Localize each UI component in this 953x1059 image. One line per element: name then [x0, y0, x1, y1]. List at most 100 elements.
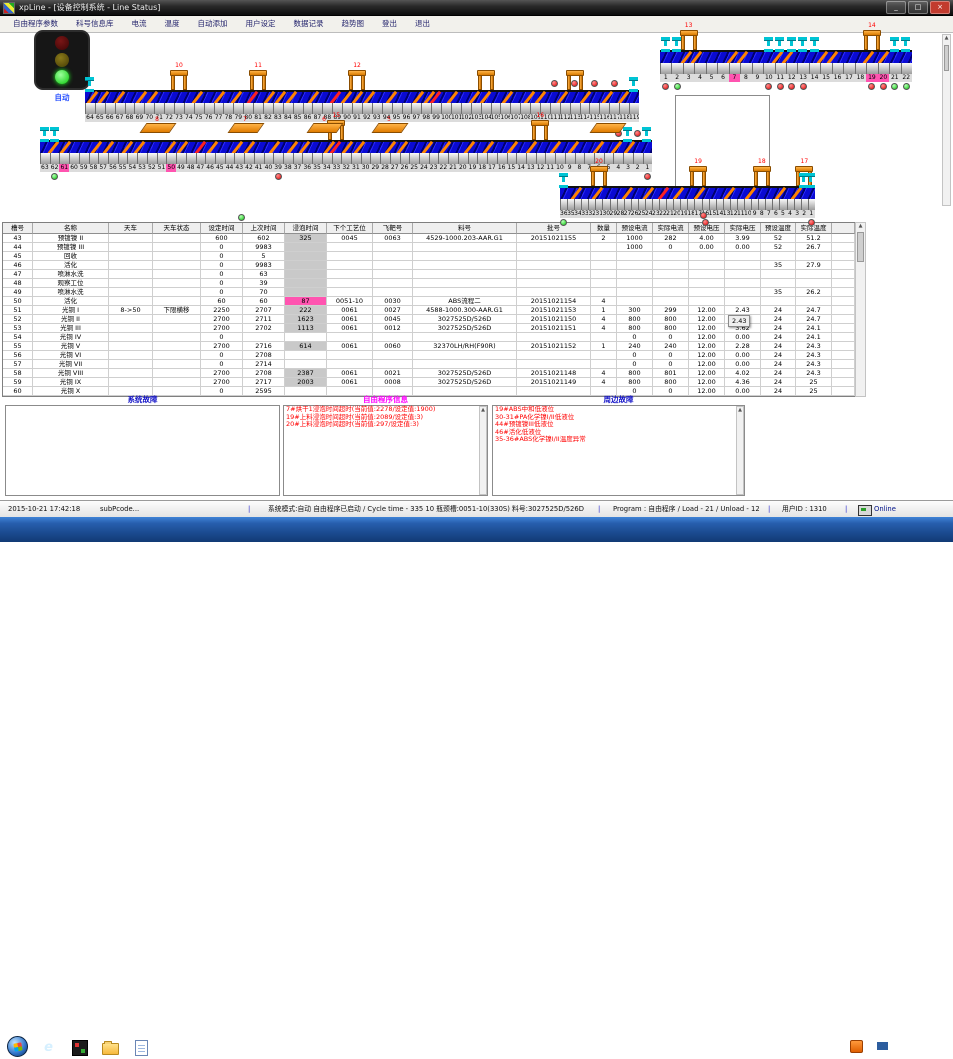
- slot-39[interactable]: [273, 153, 283, 164]
- slot-30[interactable]: [602, 199, 609, 210]
- slot-32[interactable]: [588, 199, 595, 210]
- slot-28[interactable]: [380, 153, 390, 164]
- slot-17[interactable]: [487, 153, 497, 164]
- table-row-47[interactable]: 47喷淋水洗063: [3, 270, 855, 279]
- slot-12[interactable]: [536, 153, 546, 164]
- slot-31[interactable]: [595, 199, 602, 210]
- table-row-45[interactable]: 45回收05: [3, 252, 855, 261]
- taskbar-explorer-button[interactable]: [96, 1036, 125, 1059]
- slot-15[interactable]: [820, 63, 831, 74]
- slot-47[interactable]: [196, 153, 206, 164]
- slot-25[interactable]: [638, 199, 645, 210]
- slot-21[interactable]: [889, 63, 900, 74]
- slot-31[interactable]: [351, 153, 361, 164]
- slot-22[interactable]: [659, 199, 666, 210]
- slot-18[interactable]: [855, 63, 866, 74]
- crane-11[interactable]: 11: [249, 64, 267, 90]
- slot-29[interactable]: [610, 199, 617, 210]
- tray-app-icon[interactable]: [850, 1040, 863, 1053]
- slot-8[interactable]: [740, 63, 751, 74]
- table-row-58[interactable]: 58光铜 VIII270027082387006100213027525D/52…: [3, 369, 855, 378]
- taskbar-xpline-button[interactable]: [65, 1036, 94, 1059]
- slot-20[interactable]: [878, 63, 889, 74]
- table-row-48[interactable]: 48观察工位039: [3, 279, 855, 288]
- slot-24[interactable]: [419, 153, 429, 164]
- slot-61[interactable]: [59, 153, 69, 164]
- slot-20[interactable]: [458, 153, 468, 164]
- slot-22[interactable]: [901, 63, 912, 74]
- slot-14[interactable]: [809, 63, 820, 74]
- slot-1[interactable]: [808, 199, 815, 210]
- slot-19[interactable]: [680, 199, 687, 210]
- slot-13[interactable]: [526, 153, 536, 164]
- slot-42[interactable]: [244, 153, 254, 164]
- slot-6[interactable]: [717, 63, 728, 74]
- slot-14[interactable]: [716, 199, 723, 210]
- slot-2[interactable]: [671, 63, 682, 74]
- table-row-43[interactable]: 43预镀镍 II600602325004500634529-1000.203-A…: [3, 234, 855, 243]
- slot-24[interactable]: [645, 199, 652, 210]
- slot-14[interactable]: [516, 153, 526, 164]
- table-row-51[interactable]: 51光铜 I8->50下限横移22502707222006100274588-1…: [3, 306, 855, 315]
- slot-23[interactable]: [652, 199, 659, 210]
- slot-35[interactable]: [312, 153, 322, 164]
- crane-16[interactable]: 16: [531, 114, 549, 140]
- slot-11[interactable]: [737, 199, 744, 210]
- table-row-56[interactable]: 56光铜 VI027080012.000.002424.3: [3, 351, 855, 360]
- table-row-59[interactable]: 59光铜 IX270027172003006100083027525D/526D…: [3, 378, 855, 387]
- slot-56[interactable]: [108, 153, 118, 164]
- slot-55[interactable]: [118, 153, 128, 164]
- slot-29[interactable]: [370, 153, 380, 164]
- slot-13[interactable]: [797, 63, 808, 74]
- slot-3[interactable]: [683, 63, 694, 74]
- slot-10[interactable]: [763, 63, 774, 74]
- table-row-44[interactable]: 44预镀镍 III09983100000.000.005226.7: [3, 243, 855, 252]
- slot-22[interactable]: [438, 153, 448, 164]
- show-hidden-icons[interactable]: ▲: [867, 1043, 872, 1050]
- slot-32[interactable]: [341, 153, 351, 164]
- slot-35[interactable]: [567, 199, 574, 210]
- slot-7[interactable]: [765, 199, 772, 210]
- slot-27[interactable]: [624, 199, 631, 210]
- crane-20[interactable]: 20: [590, 160, 608, 186]
- slot-26[interactable]: [631, 199, 638, 210]
- slot-1[interactable]: [660, 63, 671, 74]
- slot-17[interactable]: [843, 63, 854, 74]
- slot-63[interactable]: [40, 153, 50, 164]
- panel-scrollbar[interactable]: ▲: [736, 406, 744, 495]
- slot-51[interactable]: [157, 153, 167, 164]
- slot-4[interactable]: [787, 199, 794, 210]
- slot-12[interactable]: [730, 199, 737, 210]
- slot-38[interactable]: [283, 153, 293, 164]
- slot-34[interactable]: [322, 153, 332, 164]
- slot-15[interactable]: [507, 153, 517, 164]
- slot-21[interactable]: [666, 199, 673, 210]
- panel-box-1[interactable]: [5, 405, 280, 496]
- slot-37[interactable]: [293, 153, 303, 164]
- slot-6[interactable]: [772, 199, 779, 210]
- panel-box-3[interactable]: 19#ABS中和低液位30-31#PA化学镍I/II低液位44#预镀镍III低液…: [492, 405, 745, 496]
- slot-13[interactable]: [723, 199, 730, 210]
- slot-57[interactable]: [98, 153, 108, 164]
- slot-36[interactable]: [560, 199, 567, 210]
- slot-9[interactable]: [751, 199, 758, 210]
- table-row-55[interactable]: 55光铜 V270027166140061006032370LH/RH(F90R…: [3, 342, 855, 351]
- table-scrollbar[interactable]: ▲: [855, 222, 866, 397]
- slot-20[interactable]: [673, 199, 680, 210]
- right-scrollbar[interactable]: ▲: [942, 34, 951, 206]
- slot-33[interactable]: [332, 153, 342, 164]
- table-row-54[interactable]: 54光铜 IV00012.000.002424.1: [3, 333, 855, 342]
- slot-16[interactable]: [832, 63, 843, 74]
- slot-18[interactable]: [687, 199, 694, 210]
- slot-16[interactable]: [702, 199, 709, 210]
- slot-40[interactable]: [264, 153, 274, 164]
- slot-34[interactable]: [574, 199, 581, 210]
- slot-26[interactable]: [400, 153, 410, 164]
- slot-8[interactable]: [758, 199, 765, 210]
- taskbar-ie-button[interactable]: e: [34, 1036, 63, 1059]
- table-row-46[interactable]: 46活化099833527.9: [3, 261, 855, 270]
- crane-19[interactable]: 19: [689, 160, 707, 186]
- crane-unlabeled[interactable]: [477, 64, 495, 90]
- slot-49[interactable]: [176, 153, 186, 164]
- slot-30[interactable]: [361, 153, 371, 164]
